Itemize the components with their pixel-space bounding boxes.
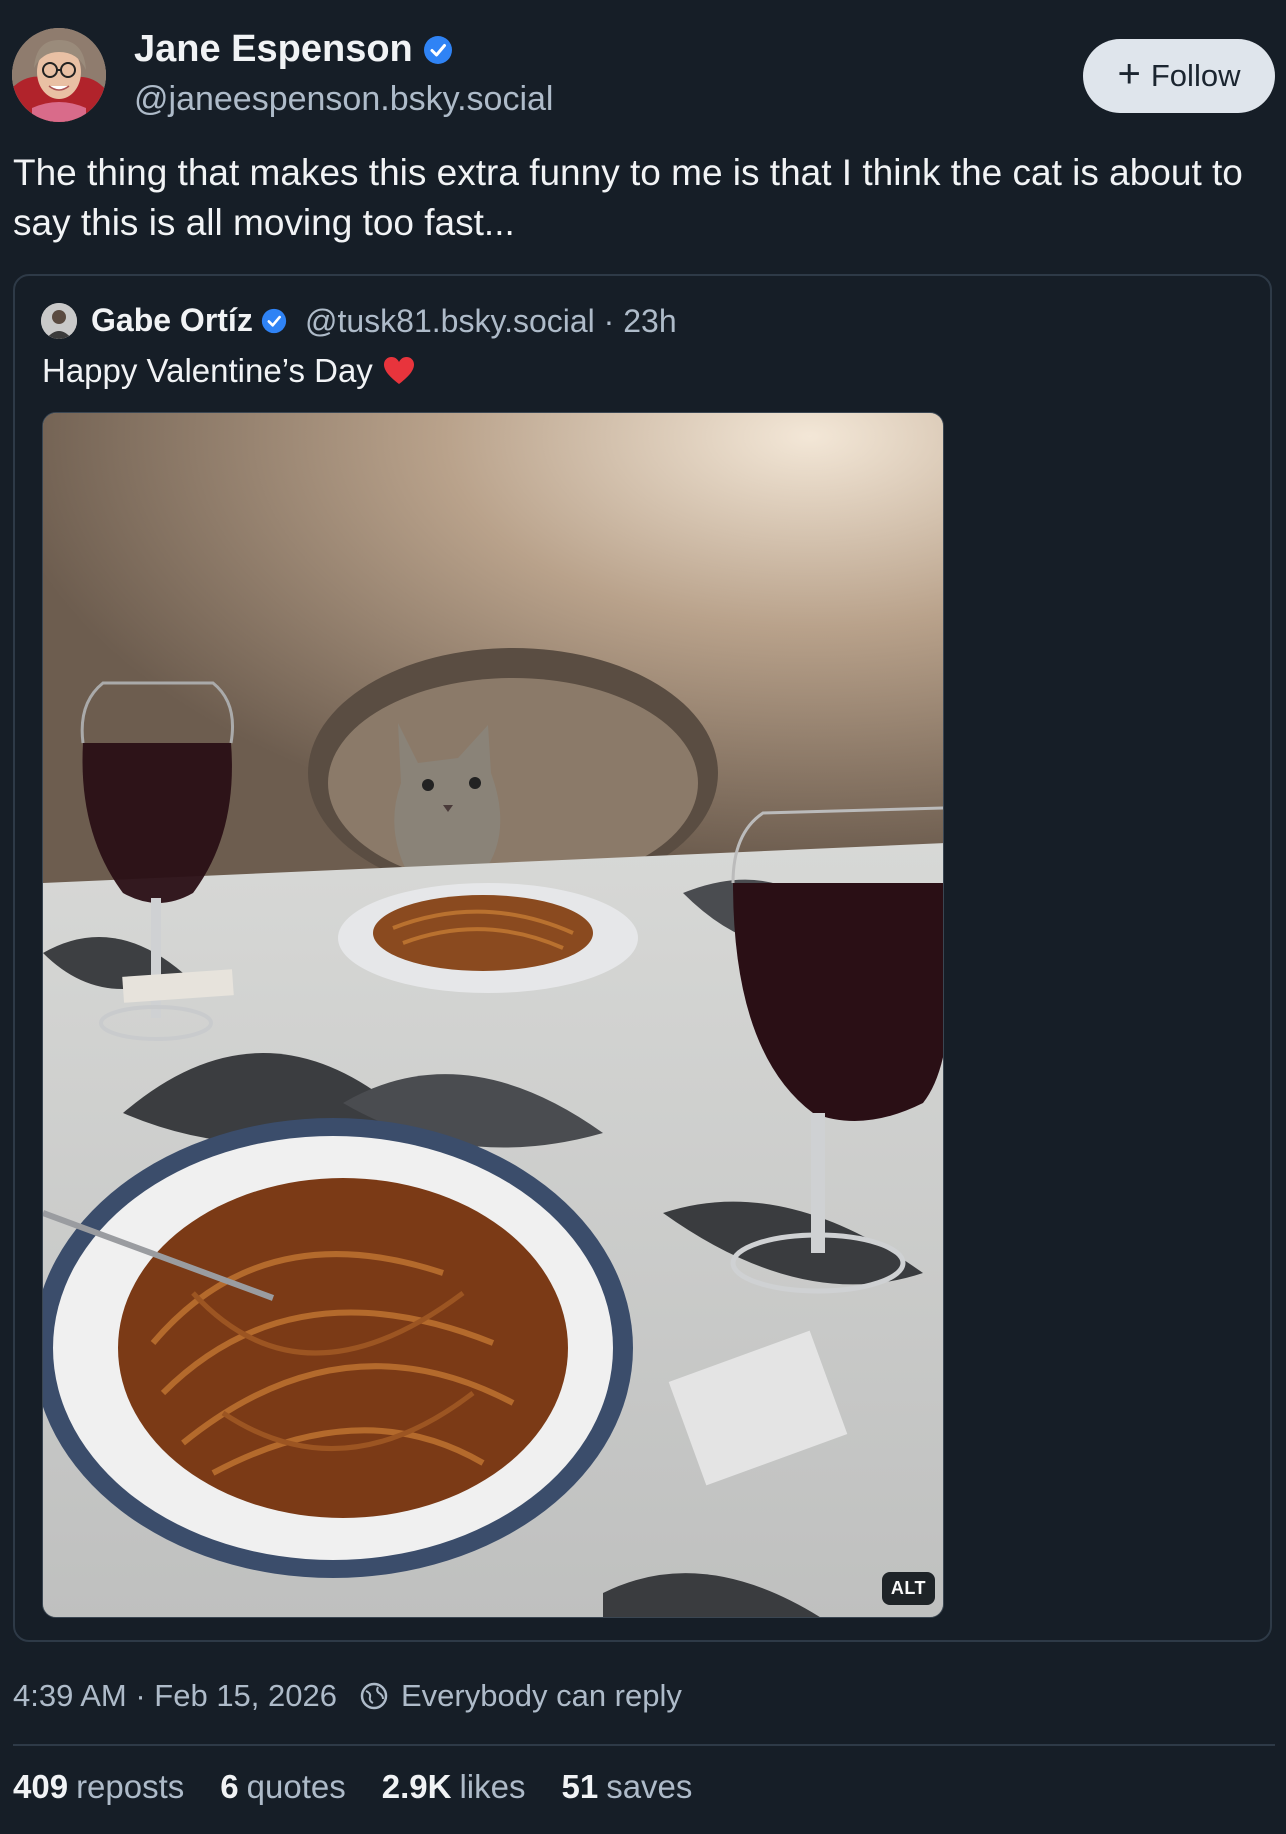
author-avatar-image — [12, 28, 106, 122]
quotes-stat[interactable]: 6 quotes — [220, 1768, 345, 1806]
quote-handle-time[interactable]: @tusk81.bsky.social · 23h — [305, 303, 677, 340]
heart-emoji-icon — [383, 357, 414, 384]
quote-avatar-image — [41, 303, 77, 339]
author-handle[interactable]: @janeespenson.bsky.social — [134, 80, 553, 119]
reply-setting[interactable]: Everybody can reply — [401, 1678, 682, 1714]
author-avatar[interactable] — [12, 28, 106, 122]
reposts-count: 409 — [13, 1768, 69, 1805]
alt-text-badge[interactable]: ALT — [881, 1572, 935, 1605]
quote-author-display-name[interactable]: Gabe Ortíz — [91, 302, 253, 339]
author-display-name[interactable]: Jane Espenson — [134, 28, 413, 71]
reposts-label: reposts — [76, 1768, 185, 1805]
verified-badge-icon — [423, 35, 452, 64]
plus-icon: + — [1117, 52, 1141, 96]
likes-count: 2.9K — [381, 1768, 452, 1805]
quotes-count: 6 — [220, 1768, 239, 1805]
earth-reply-icon — [360, 1682, 388, 1710]
quote-text: Happy Valentine’s Day — [42, 352, 373, 389]
saves-label: saves — [606, 1768, 693, 1805]
author-name-row[interactable]: Jane Espenson — [134, 28, 453, 71]
post-text: The thing that makes this extra funny to… — [13, 152, 1243, 243]
quotes-label: quotes — [246, 1768, 346, 1805]
post-stats: 409 reposts 6 quotes 2.9K likes 51 saves — [13, 1768, 692, 1806]
quote-author-avatar[interactable] — [41, 303, 77, 339]
reposts-stat[interactable]: 409 reposts — [13, 1768, 184, 1806]
saves-count: 51 — [561, 1768, 599, 1805]
likes-label: likes — [459, 1768, 526, 1805]
saves-stat[interactable]: 51 saves — [561, 1768, 692, 1806]
follow-label: Follow — [1150, 58, 1241, 93]
post-timestamp: 4:39 AM · Feb 15, 2026 — [13, 1678, 337, 1713]
quote-post-card[interactable]: Gabe Ortíz @tusk81.bsky.social · 23h Hap… — [13, 274, 1272, 1642]
likes-stat[interactable]: 2.9K likes — [382, 1768, 526, 1806]
cat-dinner-photo — [43, 413, 943, 1617]
quote-post-image[interactable]: ALT — [42, 412, 944, 1618]
quote-text-row: Happy Valentine’s Day — [42, 352, 415, 390]
post-meta-row: 4:39 AM · Feb 15, 2026 Everybody can rep… — [13, 1678, 682, 1714]
divider — [13, 1744, 1275, 1746]
follow-button[interactable]: + Follow — [1083, 39, 1275, 113]
verified-badge-icon — [261, 308, 286, 333]
quote-author-name-row[interactable]: Gabe Ortíz — [91, 302, 287, 339]
